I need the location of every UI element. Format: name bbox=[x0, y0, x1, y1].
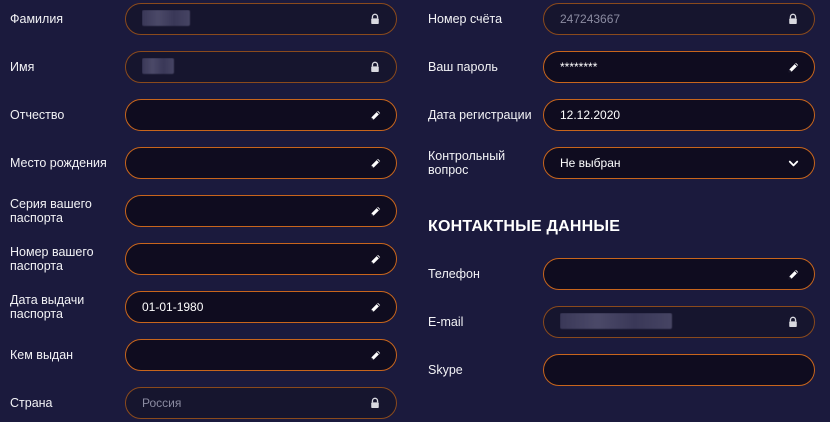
password-value: ******** bbox=[560, 60, 598, 74]
passport-number-label: Номер вашего паспорта bbox=[10, 245, 94, 273]
first-name-field[interactable] bbox=[125, 51, 397, 83]
pencil-icon[interactable] bbox=[368, 252, 382, 266]
patronymic-label: Отчество bbox=[10, 108, 65, 122]
passport-series-label: Серия вашего паспорта bbox=[10, 197, 92, 225]
passport-date-field[interactable]: 01-01-1980 bbox=[125, 291, 397, 323]
passport-number-field[interactable] bbox=[125, 243, 397, 275]
patronymic-field[interactable] bbox=[125, 99, 397, 131]
email-value bbox=[560, 312, 798, 332]
birth-place-field[interactable] bbox=[125, 147, 397, 179]
last-name-value bbox=[142, 9, 380, 29]
lock-icon bbox=[368, 396, 382, 410]
last-name-label: Фамилия bbox=[10, 12, 64, 26]
first-name-label: Имя bbox=[10, 60, 35, 74]
chevron-down-icon[interactable] bbox=[786, 156, 800, 170]
pencil-icon[interactable] bbox=[368, 300, 382, 314]
pencil-icon[interactable] bbox=[368, 348, 382, 362]
registration-date-value: 12.12.2020 bbox=[560, 108, 621, 122]
email-label: E-mail bbox=[428, 315, 464, 329]
redacted-value bbox=[142, 9, 190, 26]
account-number-field[interactable]: 247243667 bbox=[543, 3, 815, 35]
issued-by-label: Кем выдан bbox=[10, 348, 74, 362]
phone-label: Телефон bbox=[428, 267, 480, 281]
lock-icon bbox=[786, 315, 800, 329]
redacted-value bbox=[142, 57, 174, 74]
pencil-icon[interactable] bbox=[368, 108, 382, 122]
skype-label: Skype bbox=[428, 363, 463, 377]
country-field[interactable]: Россия bbox=[125, 387, 397, 419]
security-question-label: Контрольный вопрос bbox=[428, 149, 506, 177]
account-number-label: Номер счёта bbox=[428, 12, 503, 26]
passport-date-value: 01-01-1980 bbox=[142, 300, 204, 314]
security-question-select[interactable]: Не выбран bbox=[543, 147, 815, 179]
last-name-field[interactable] bbox=[125, 3, 397, 35]
registration-date-field: 12.12.2020 bbox=[543, 99, 815, 131]
phone-field[interactable] bbox=[543, 258, 815, 290]
pencil-icon[interactable] bbox=[368, 156, 382, 170]
password-field[interactable]: ******** bbox=[543, 51, 815, 83]
redacted-value bbox=[560, 312, 672, 329]
passport-date-label: Дата выдачи паспорта bbox=[10, 293, 85, 321]
contacts-section-title: КОНТАКТНЫЕ ДАННЫЕ bbox=[428, 218, 621, 235]
password-label: Ваш пароль bbox=[428, 60, 498, 74]
security-question-value: Не выбран bbox=[560, 156, 621, 170]
issued-by-field[interactable] bbox=[125, 339, 397, 371]
lock-icon bbox=[368, 60, 382, 74]
pencil-icon[interactable] bbox=[786, 267, 800, 281]
passport-series-field[interactable] bbox=[125, 195, 397, 227]
country-value: Россия bbox=[142, 396, 182, 410]
skype-field[interactable] bbox=[543, 354, 815, 386]
account-number-value: 247243667 bbox=[560, 12, 621, 26]
pencil-icon[interactable] bbox=[786, 60, 800, 74]
pencil-icon[interactable] bbox=[368, 204, 382, 218]
lock-icon bbox=[786, 12, 800, 26]
country-label: Страна bbox=[10, 396, 53, 410]
email-field[interactable] bbox=[543, 306, 815, 338]
birth-place-label: Место рождения bbox=[10, 156, 107, 170]
registration-date-label: Дата регистрации bbox=[428, 108, 532, 122]
first-name-value bbox=[142, 57, 380, 77]
lock-icon bbox=[368, 12, 382, 26]
